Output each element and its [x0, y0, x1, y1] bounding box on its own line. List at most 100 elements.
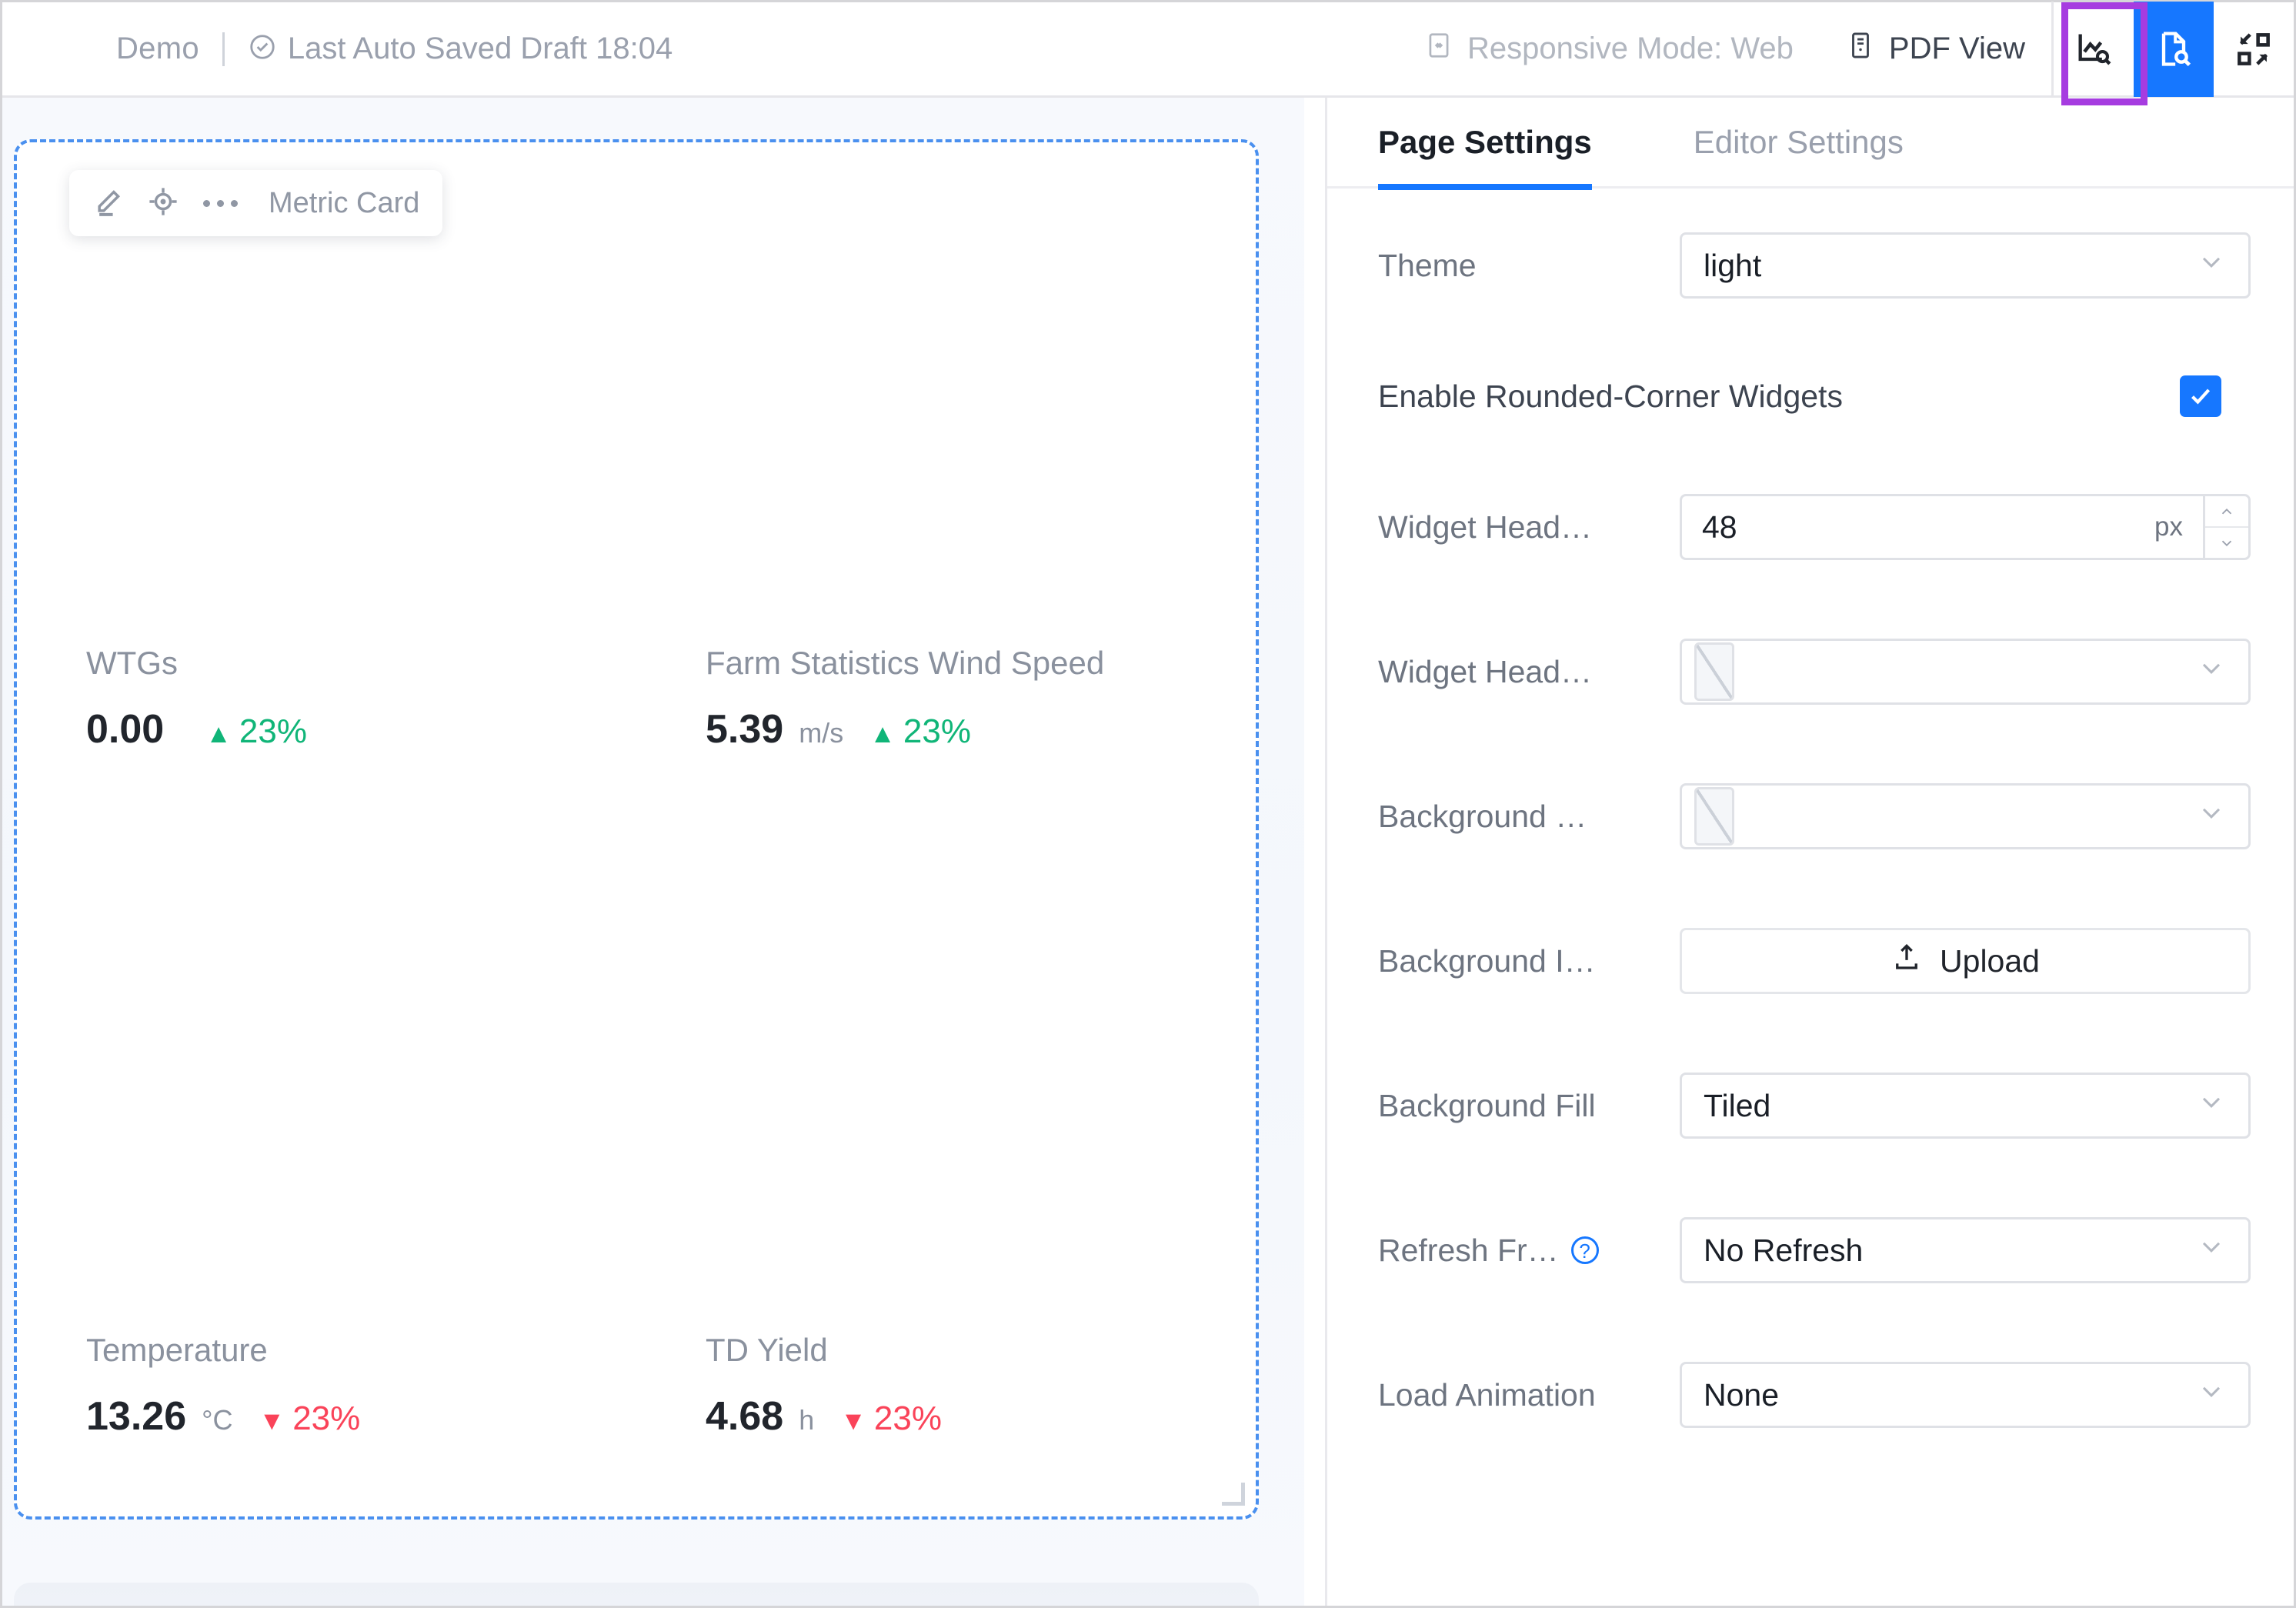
stepper-buttons[interactable] — [2203, 494, 2251, 560]
field-background-image: Background I… Upload — [1378, 910, 2251, 1012]
metric-card-widget[interactable]: Metric Card WTGs 0.00 ▲ 23% Farm Statist… — [14, 139, 1259, 1520]
metric-item: WTGs 0.00 ▲ 23% — [17, 142, 636, 829]
metric-unit: m/s — [799, 717, 844, 749]
field-label: Background I… — [1378, 942, 1596, 979]
settings-fields: Theme light Enable Rounded-Corner Widget… — [1327, 215, 2294, 1446]
trend-up-icon: ▲ — [205, 719, 232, 749]
next-widget-placeholder[interactable] — [14, 1583, 1259, 1606]
fullscreen-icon[interactable] — [2214, 2, 2294, 97]
field-label: Load Animation — [1378, 1376, 1596, 1413]
field-widget-header-height: Widget Head… 48 px — [1378, 476, 2251, 578]
field-label: Widget Head… — [1378, 509, 1593, 545]
background-fill-select[interactable]: Tiled — [1680, 1073, 2251, 1139]
widget-resize-handle[interactable] — [1222, 1483, 1245, 1506]
topbar-right-group: Responsive Mode: Web PDF View — [1398, 1, 2294, 97]
title-separator — [222, 32, 225, 66]
metric-name: Temperature — [86, 1332, 268, 1368]
metric-delta-value: 23% — [903, 712, 971, 750]
help-circle-icon[interactable]: ? — [1570, 1236, 1599, 1264]
page-preview-icon[interactable] — [2134, 1, 2214, 97]
widget-header-height-stepper[interactable]: 48 px — [1680, 494, 2251, 560]
field-control: No Refresh — [1680, 1217, 2251, 1283]
refresh-frequency-select[interactable]: No Refresh — [1680, 1217, 2251, 1283]
chevron-down-icon — [2196, 1376, 2227, 1414]
metric-value-row: 5.39 m/s ▲ 23% — [706, 706, 1256, 752]
responsive-width-icon — [1424, 31, 1453, 68]
field-control: Upload — [1680, 928, 2251, 994]
chart-preview-icon[interactable] — [2054, 2, 2134, 97]
field-widget-header-color: Widget Head… — [1378, 621, 2251, 722]
stepper-up-icon[interactable] — [2205, 496, 2248, 528]
field-label: Enable Rounded-Corner Widgets — [1378, 378, 1843, 414]
metric-value: 4.68 — [706, 1394, 784, 1439]
metric-value: 13.26 — [86, 1394, 187, 1439]
field-control: 48 px — [1680, 494, 2251, 560]
check-circle-icon — [248, 32, 277, 65]
field-control: None — [1680, 1362, 2251, 1428]
canvas-scrollbar-track[interactable] — [1304, 98, 1324, 1606]
stepper-down-icon[interactable] — [2205, 528, 2248, 558]
trend-down-icon: ▼ — [259, 1406, 285, 1436]
field-label: Theme — [1378, 247, 1477, 283]
field-load-animation: Load Animation None — [1378, 1344, 2251, 1446]
settings-panel: Page Settings Editor Settings Theme ligh… — [1325, 98, 2294, 1606]
metric-value: 5.39 — [706, 707, 784, 752]
field-rounded-corner-widgets: Enable Rounded-Corner Widgets — [1378, 359, 2251, 433]
metric-name: TD Yield — [706, 1332, 828, 1368]
metric-delta-value: 23% — [292, 1399, 361, 1437]
metric-unit: h — [799, 1404, 815, 1436]
metric-value-row: 13.26 °C ▼ 23% — [86, 1393, 636, 1440]
load-animation-select[interactable]: None — [1680, 1362, 2251, 1428]
metric-delta: ▲ 23% — [205, 712, 307, 751]
field-label: Refresh Fr… ? — [1378, 1233, 1680, 1269]
field-refresh-frequency: Refresh Fr… ? No Refresh — [1378, 1199, 2251, 1301]
chevron-down-icon — [2196, 246, 2227, 285]
pdf-document-icon — [1846, 31, 1875, 68]
chevron-down-icon — [2196, 1086, 2227, 1125]
pdf-view-button[interactable]: PDF View — [1820, 2, 2051, 97]
metric-delta: ▼ 23% — [840, 1399, 942, 1438]
metric-item: Temperature 13.26 °C ▼ 23% — [17, 829, 636, 1516]
trend-up-icon: ▲ — [869, 719, 896, 749]
tab-page-settings[interactable]: Page Settings — [1378, 97, 1592, 190]
theme-select-value: light — [1704, 247, 1762, 283]
rounded-corner-checkbox[interactable] — [2180, 375, 2221, 417]
pdf-view-label: PDF View — [1888, 32, 2025, 65]
chevron-down-icon — [2196, 652, 2227, 691]
upload-button-label: Upload — [1940, 942, 2040, 979]
metric-name: WTGs — [86, 645, 178, 681]
tab-editor-settings[interactable]: Editor Settings — [1694, 97, 1904, 188]
field-theme: Theme light — [1378, 215, 2251, 316]
color-swatch-empty — [1694, 642, 1734, 701]
editor-window: Demo Last Auto Saved Draft 18:04 Respons… — [0, 0, 2296, 1608]
autosave-text: Last Auto Saved Draft 18:04 — [287, 32, 673, 65]
background-image-upload-button[interactable]: Upload — [1680, 928, 2251, 994]
metric-value-row: 0.00 ▲ 23% — [86, 706, 636, 752]
canvas-background: Metric Card WTGs 0.00 ▲ 23% Farm Statist… — [2, 98, 1313, 1606]
widget-header-color-picker[interactable] — [1680, 639, 2251, 705]
background-color-picker[interactable] — [1680, 783, 2251, 849]
theme-select[interactable]: light — [1680, 232, 2251, 299]
color-swatch-empty — [1694, 787, 1734, 846]
metric-delta-value: 23% — [239, 712, 307, 750]
metric-delta: ▼ 23% — [259, 1399, 361, 1438]
metric-item: TD Yield 4.68 h ▼ 23% — [636, 829, 1256, 1516]
widget-header-height-unit: px — [2154, 512, 2183, 542]
field-label: Background Fill — [1378, 1087, 1596, 1123]
metric-delta: ▲ 23% — [869, 712, 971, 751]
responsive-mode-label: Responsive Mode: Web — [1467, 32, 1794, 65]
metric-name: Farm Statistics Wind Speed — [706, 645, 1105, 681]
autosave-status: Last Auto Saved Draft 18:04 — [248, 32, 672, 66]
widget-header-height-value: 48 — [1702, 509, 1737, 545]
field-control — [1680, 639, 2251, 705]
widget-header-height-input[interactable]: 48 px — [1680, 494, 2203, 560]
field-label-text: Refresh Fr… — [1378, 1232, 1559, 1268]
load-animation-value: None — [1704, 1376, 1780, 1413]
metric-value: 0.00 — [86, 707, 165, 752]
responsive-mode-button[interactable]: Responsive Mode: Web — [1398, 2, 1820, 97]
project-title[interactable]: Demo — [116, 32, 199, 66]
topbar-left-group: Demo Last Auto Saved Draft 18:04 — [2, 32, 672, 66]
metric-value-row: 4.68 h ▼ 23% — [706, 1393, 1256, 1440]
field-background-fill: Background Fill Tiled — [1378, 1055, 2251, 1156]
upload-icon — [1891, 941, 1923, 981]
